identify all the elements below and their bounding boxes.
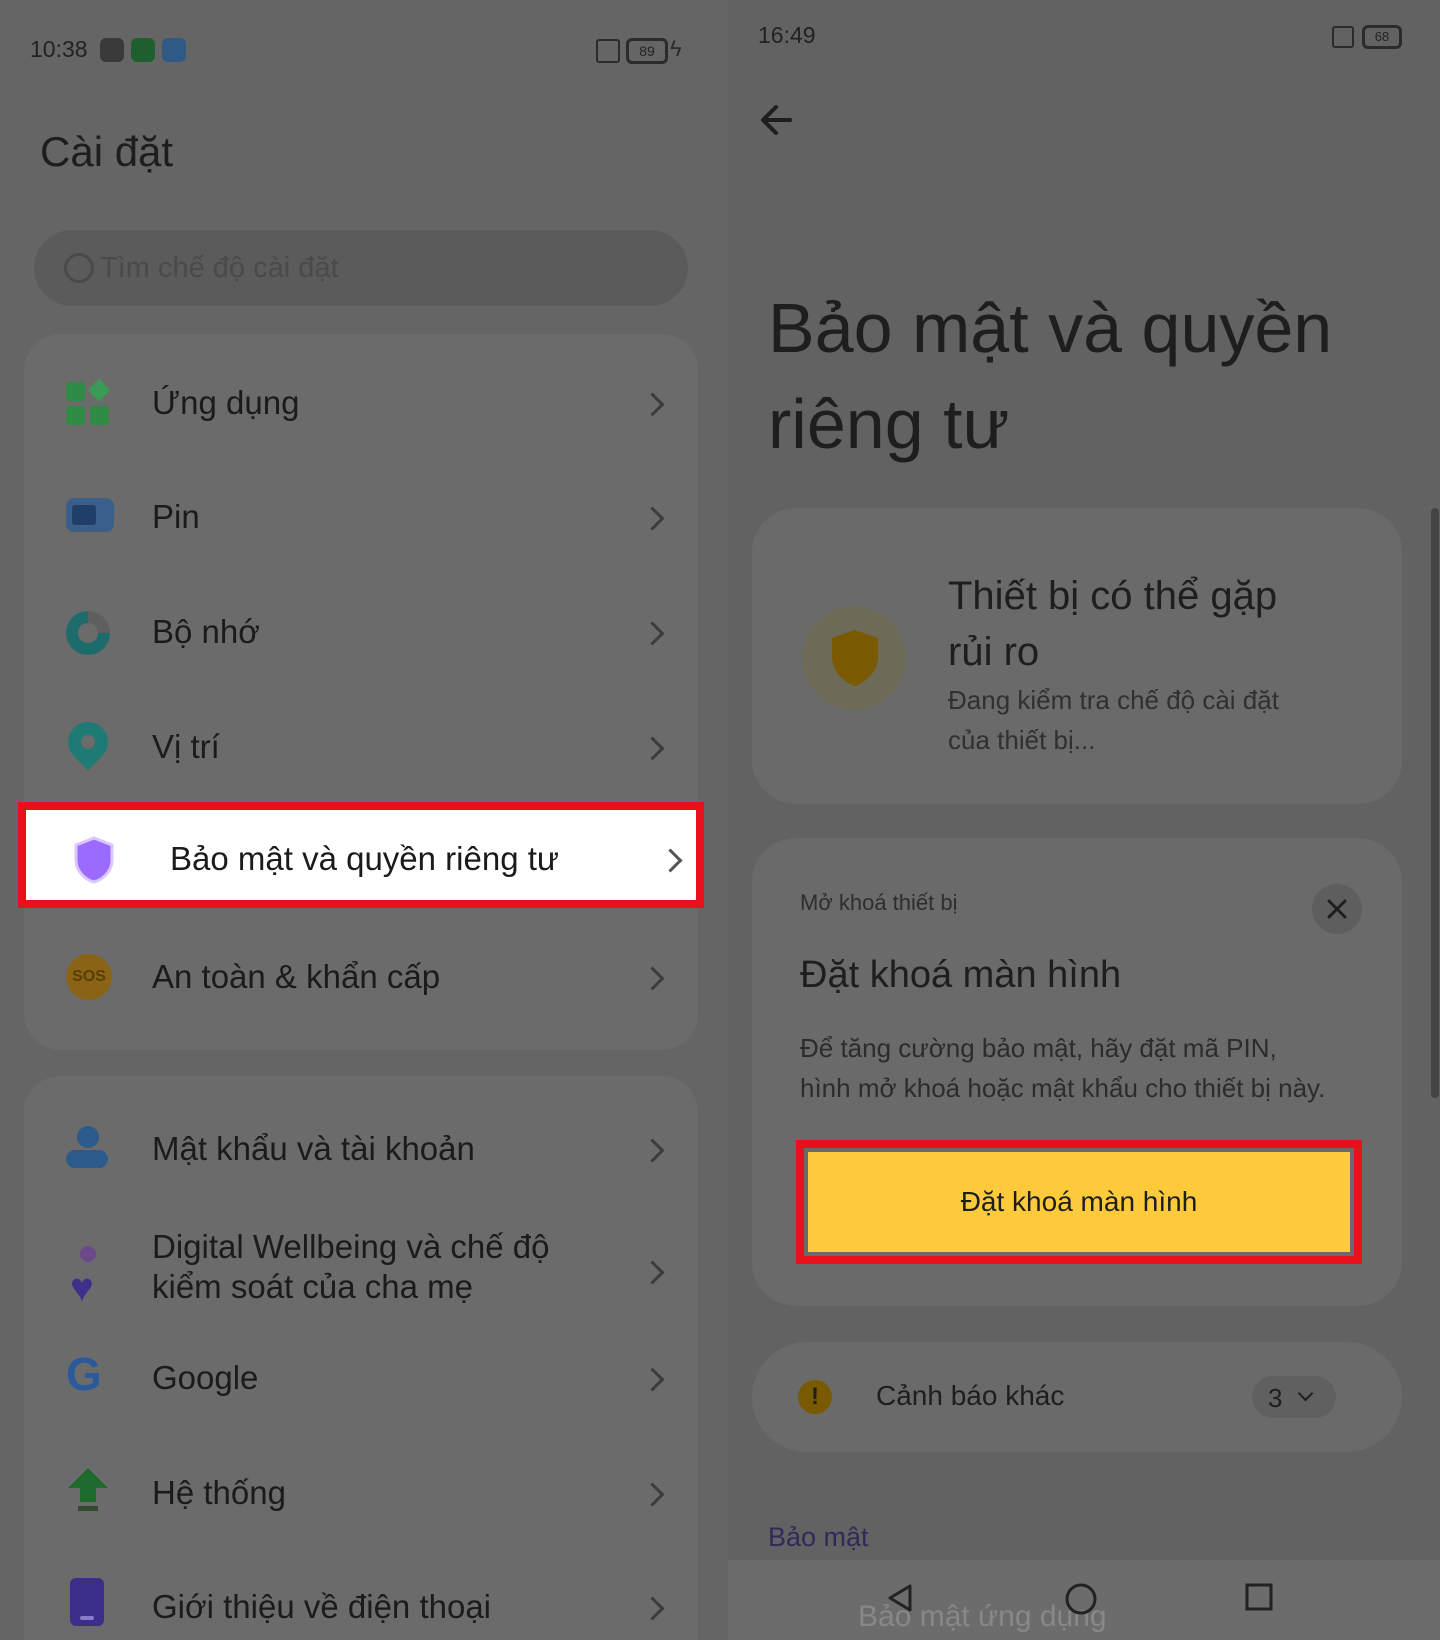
settings-item-label: Google [152,1359,259,1396]
google-icon: G [66,1348,102,1400]
settings-item-security[interactable]: Bảo mật và quyền riêng tư [18,802,704,908]
warnings-count: 3 [1268,1383,1283,1413]
settings-item-storage[interactable]: Bộ nhớ [0,575,728,689]
search-placeholder: Tìm chế độ cài đặt [100,252,339,284]
page-title: Bảo mật và quyền riêng tư [768,280,1408,472]
phone-icon [70,1578,104,1626]
other-warnings-label: Cảnh báo khác [876,1380,1065,1411]
account-icon [66,1126,110,1170]
back-arrow-icon[interactable] [756,100,796,140]
settings-item-label: An toàn & khẩn cấp [152,958,441,995]
charging-icon: ϟ [670,36,682,61]
app-status-icon [162,38,186,62]
set-screen-lock-highlight: Đặt khoá màn hình [796,1140,1362,1264]
system-navigation-bar: Bảo mật ứng dụng [728,1560,1440,1640]
settings-item-label: Vị trí [152,728,220,765]
chevron-right-icon [640,506,665,531]
search-icon [64,253,94,283]
settings-item-battery[interactable]: Pin [0,460,728,574]
nav-back-icon[interactable] [884,1582,916,1614]
page-title-line2: riêng tư [768,385,1010,463]
status-time: 16:49 [758,22,816,48]
settings-item-apps[interactable]: Ứng dụng [0,346,728,460]
card-description-line2: hình mở khoá hoặc mật khẩu cho thiết bị … [800,1073,1326,1103]
battery-icon [66,498,114,532]
settings-item-location[interactable]: Vị trí [0,690,728,804]
settings-item-system[interactable]: Hệ thống [0,1436,728,1550]
apps-icon [66,378,111,426]
settings-item-label: Mật khẩu và tài khoản [152,1130,475,1167]
card-description-line1: Để tăng cường bảo mật, hãy đặt mã PIN, [800,1033,1277,1063]
card-title: Đặt khoá màn hình [800,954,1122,996]
risk-subtitle-line2: của thiết bị... [948,725,1096,755]
chevron-right-icon [640,1260,665,1285]
shield-icon [74,836,114,884]
status-time: 10:38 [30,36,88,62]
settings-screen: 10:38 89 ϟ Cài đặt Tìm chế độ cài đặt Ứn… [0,0,728,1640]
close-icon [1327,899,1347,919]
location-icon [59,713,117,771]
risk-shield-badge [802,606,906,710]
chevron-right-icon [640,1482,665,1507]
security-privacy-screen: 16:49 68 Bảo mật và quyền riêng tư Thiết… [728,0,1440,1640]
chevron-down-icon [1297,1385,1314,1402]
page-title-line1: Bảo mật và quyền [768,289,1333,367]
chevron-right-icon [658,848,683,873]
risk-title-line2: rủi ro [948,630,1040,674]
scrollbar[interactable] [1431,508,1439,1098]
settings-status-icon [100,38,124,62]
settings-item-accounts[interactable]: Mật khẩu và tài khoản [0,1092,728,1206]
chevron-right-icon [640,392,665,417]
card-overline: Mở khoá thiết bị [800,890,958,915]
risk-title-line1: Thiết bị có thể gặp [948,574,1278,618]
page-title: Cài đặt [40,128,174,175]
chevron-right-icon [640,1367,665,1392]
storage-icon [66,611,110,655]
chevron-right-icon [640,1596,665,1621]
shield-warning-icon [832,630,878,686]
settings-item-label: Giới thiệu về điện thoại [152,1588,492,1625]
settings-item-label-line2: kiểm soát của cha mẹ [152,1268,473,1305]
chevron-right-icon [640,966,665,991]
settings-item-label: Digital Wellbeing và chế độ [152,1228,550,1265]
warnings-count-pill[interactable]: 3 [1252,1376,1336,1418]
device-risk-card[interactable]: Thiết bị có thể gặp rủi ro Đang kiểm tra… [752,508,1402,804]
chevron-right-icon [640,1138,665,1163]
dismiss-card-button[interactable] [1312,884,1362,934]
settings-item-emergency[interactable]: SOS An toàn & khẩn cấp [0,920,728,1034]
section-header-security: Bảo mật [768,1522,869,1552]
system-icon [68,1468,108,1511]
nfc-icon [596,39,620,63]
nav-recents-icon[interactable] [1244,1582,1274,1612]
wellbeing-icon: ♥ [66,1246,110,1308]
settings-item-google[interactable]: G Google [0,1321,728,1435]
risk-subtitle: Đang kiểm tra chế độ cài đặt của thiết b… [948,680,1279,760]
sos-icon: SOS [66,954,112,1000]
settings-item-about-phone[interactable]: Giới thiệu về điện thoại [0,1550,728,1640]
settings-item-label: Ứng dụng [152,384,300,421]
settings-item-label: Bộ nhớ [152,613,260,650]
chevron-right-icon [640,621,665,646]
settings-item-label: Hệ thống [152,1474,286,1511]
warning-icon: ! [798,1380,832,1414]
nfc-icon [1332,26,1354,48]
chevron-right-icon [640,736,665,761]
settings-item-label: Bảo mật và quyền riêng tư [170,840,559,877]
card-description: Để tăng cường bảo mật, hãy đặt mã PIN, h… [800,1028,1380,1108]
nav-home-icon[interactable] [1064,1582,1098,1616]
battery-status-icon: 89 [626,38,668,64]
settings-item-label: Pin [152,498,200,535]
set-screen-lock-button[interactable]: Đặt khoá màn hình [808,1152,1350,1252]
shield-status-icon [131,38,155,62]
risk-title: Thiết bị có thể gặp rủi ro [948,568,1277,680]
other-warnings-row[interactable]: ! Cảnh báo khác 3 [752,1342,1402,1452]
battery-status-icon: 68 [1362,25,1402,49]
risk-subtitle-line1: Đang kiểm tra chế độ cài đặt [948,685,1279,715]
